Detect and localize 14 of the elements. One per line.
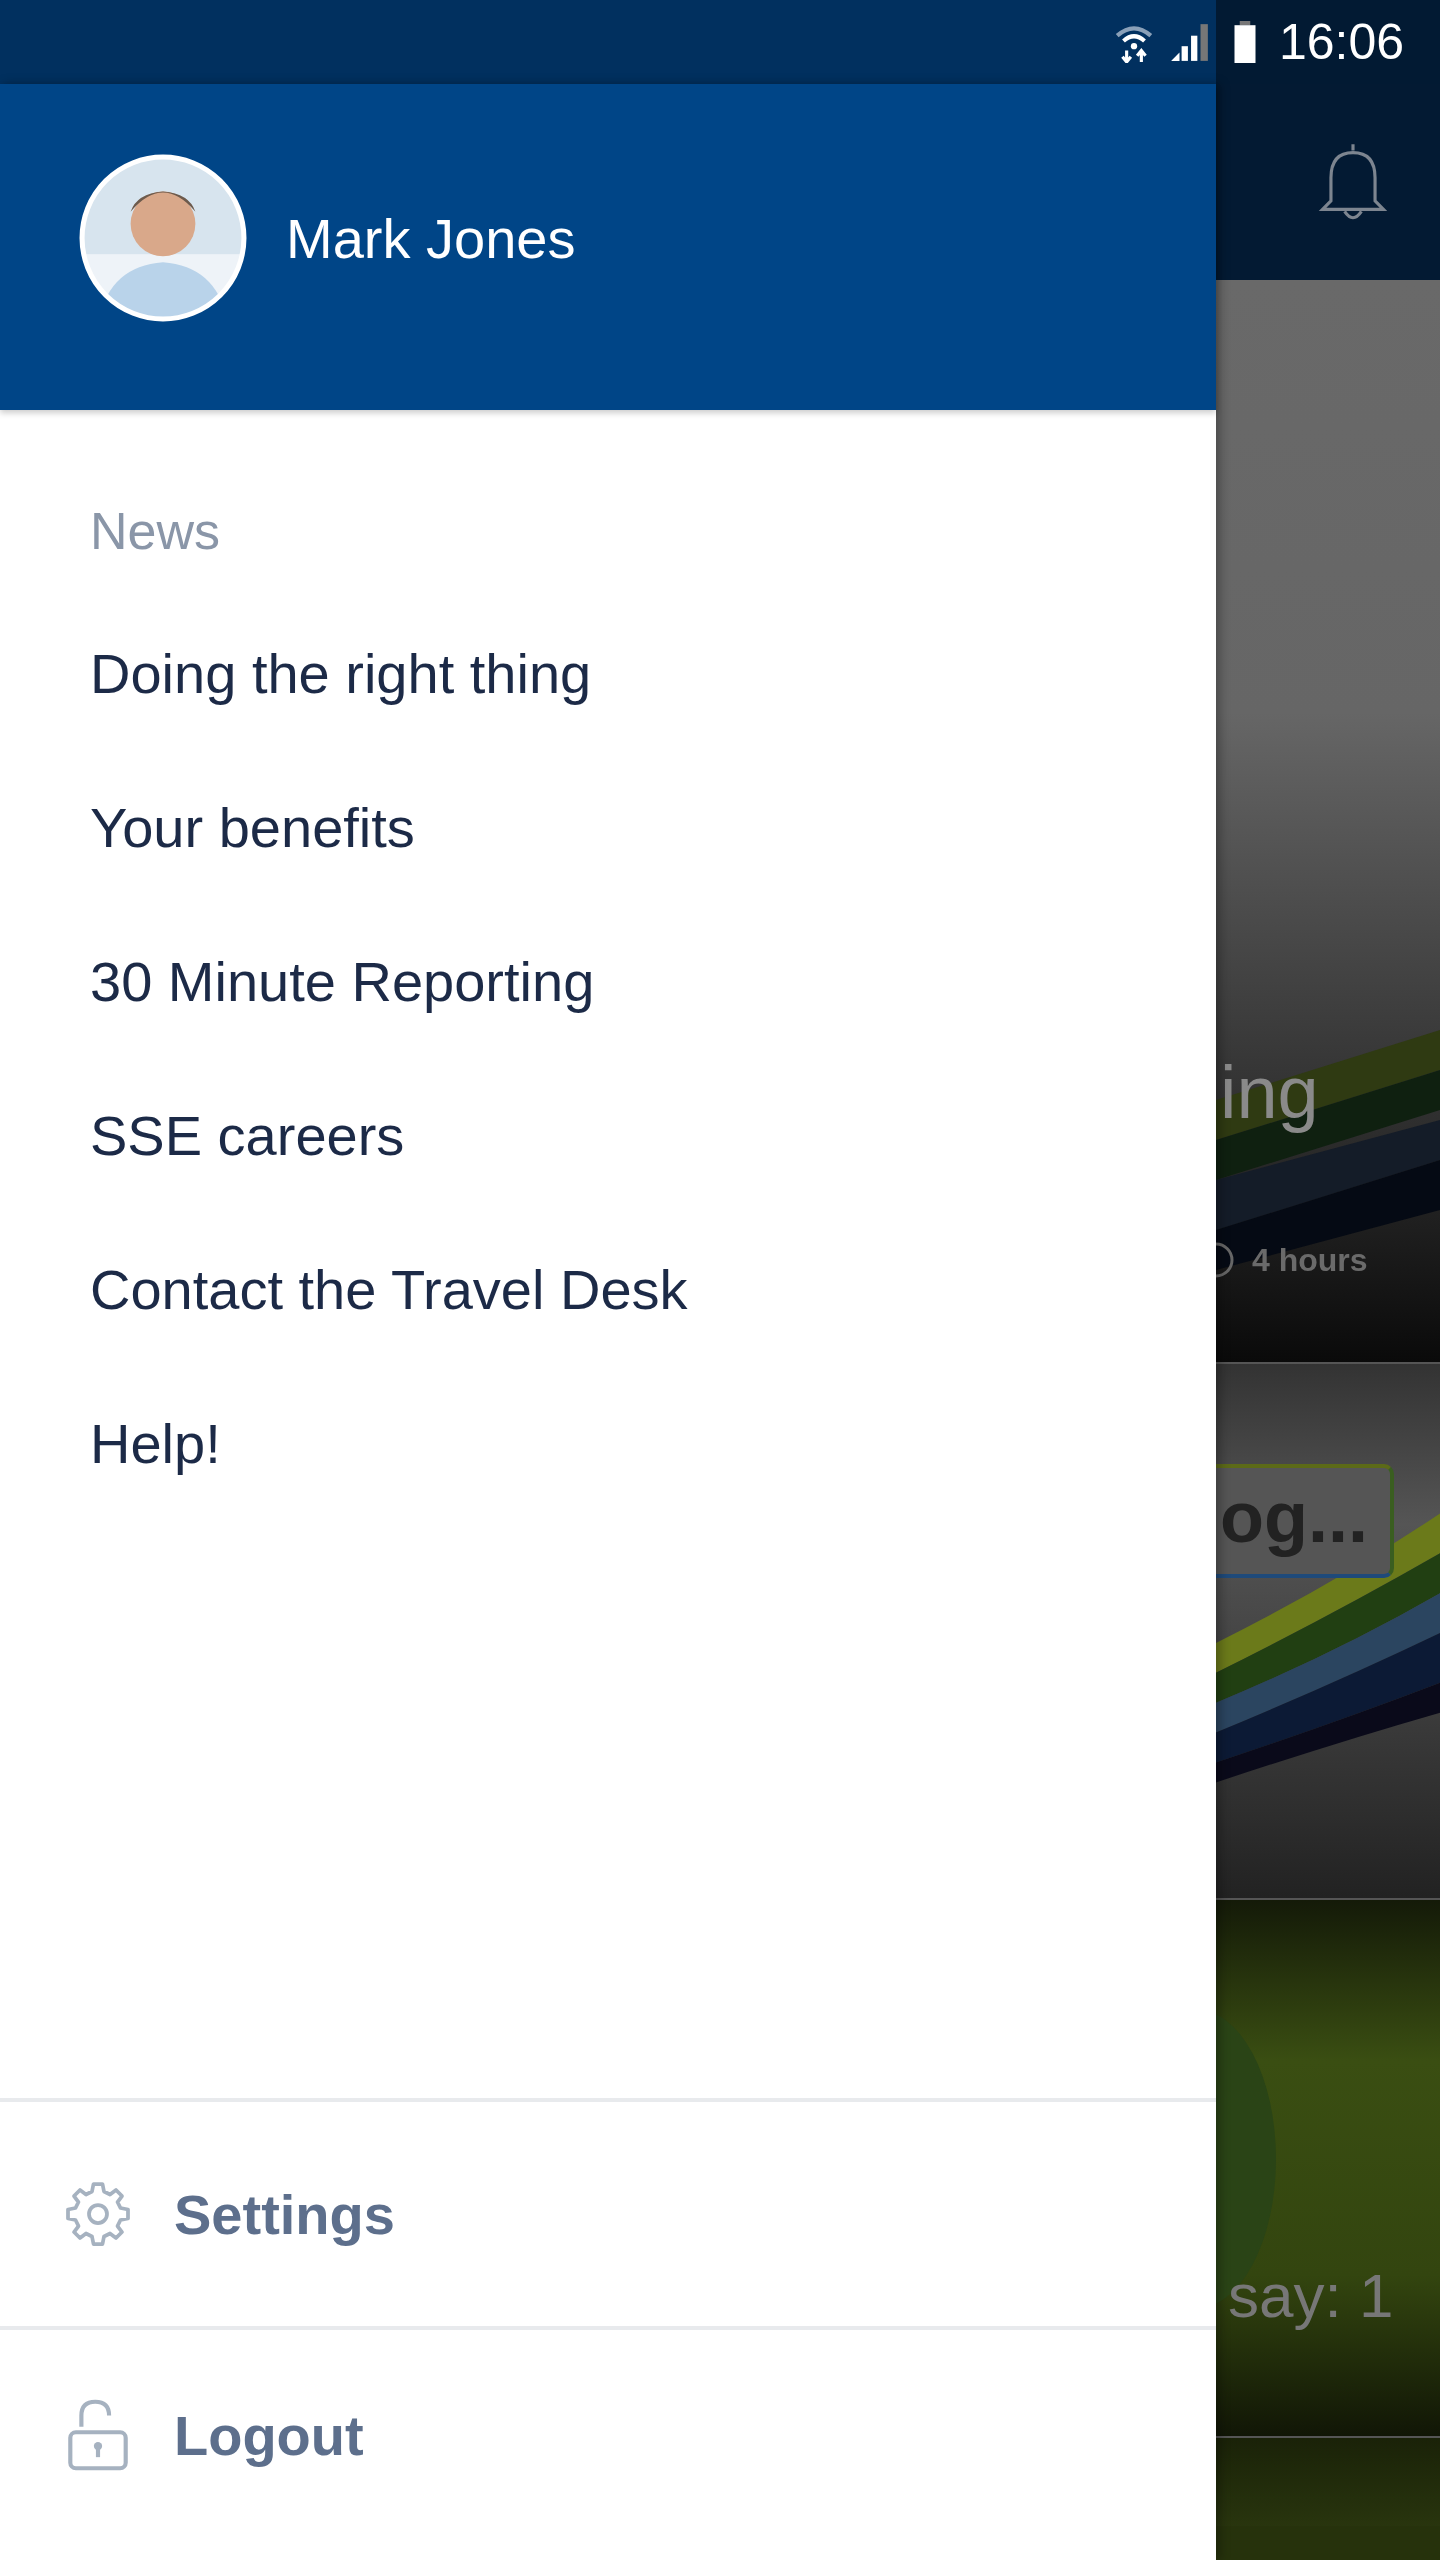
user-name: Mark Jones xyxy=(286,205,576,271)
menu-item[interactable]: 30 Minute Reporting xyxy=(90,904,595,1058)
clock-time: 16:06 xyxy=(1278,13,1404,71)
article-time: 4 hours xyxy=(1252,1242,1368,1279)
menu-item[interactable]: Your benefits xyxy=(90,750,415,904)
signal-icon xyxy=(1168,21,1211,63)
section-heading: News xyxy=(90,501,222,562)
menu-item[interactable]: SSE careers xyxy=(90,1058,405,1212)
battery-icon xyxy=(1232,21,1257,63)
menu-item[interactable]: Contact the Travel Desk xyxy=(90,1212,688,1366)
article-title: ing xyxy=(1220,1050,1319,1135)
card-caption: say: 1 xyxy=(1228,2260,1394,2331)
menu-item[interactable]: Doing the right thing xyxy=(90,596,592,750)
menu-item[interactable]: Help! xyxy=(90,1366,221,1520)
